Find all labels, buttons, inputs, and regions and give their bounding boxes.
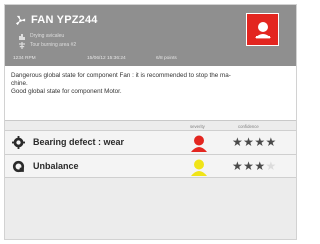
diagnostic-message: Dangerous global state for component Fan… [5, 66, 296, 120]
star-empty-icon: ★ [265, 159, 277, 173]
star-icon: ★ [232, 135, 244, 149]
location-icon [19, 41, 25, 49]
message-line-2: chine. [11, 80, 28, 87]
fan-icon [15, 15, 26, 25]
component-card: FAN YPZ244 Drying avicaleu Tour burning … [4, 4, 297, 240]
severity-indicator [191, 135, 207, 152]
star-icon: ★ [243, 159, 255, 173]
gear-icon [12, 136, 25, 149]
unbalance-icon [12, 160, 25, 173]
rpm-value: 1234 RPM [13, 56, 36, 61]
fault-label: Bearing defect : wear [33, 137, 125, 147]
process-icon [19, 33, 25, 40]
subtitle-row-2: Tour burning area #2 [19, 41, 76, 49]
star-icon: ★ [254, 135, 266, 149]
severity-column-header: severity [190, 124, 205, 129]
confidence-stars: ★★★★ [232, 159, 277, 173]
star-icon: ★ [232, 159, 244, 173]
timestamp: 15/06/12 15:36:24 [87, 56, 126, 61]
star-icon: ★ [265, 135, 277, 149]
confidence-column-header: confidence [238, 124, 259, 129]
fault-label: Unbalance [33, 161, 79, 171]
subtitle-1: Drying avicaleu [30, 33, 65, 39]
alarm-status-button[interactable] [246, 13, 279, 46]
title-row: FAN YPZ244 [15, 13, 98, 27]
stats-row: 1234 RPM 15/06/12 15:36:24 6/8 points [13, 56, 213, 64]
message-line-1: Dangerous global state for component Fan… [11, 72, 231, 79]
table-header: severity confidence [5, 120, 296, 130]
message-line-3: Good global state for component Motor. [11, 88, 122, 95]
star-icon: ★ [243, 135, 255, 149]
component-header: FAN YPZ244 Drying avicaleu Tour burning … [5, 5, 296, 66]
component-title: FAN YPZ244 [31, 14, 98, 26]
confidence-stars: ★★★★ [232, 135, 277, 149]
subtitle-2: Tour burning area #2 [30, 42, 77, 48]
alarm-person-icon [254, 21, 271, 38]
subtitle-row-1: Drying avicaleu [19, 32, 64, 40]
points-count: 6/8 points [156, 56, 177, 61]
table-row[interactable]: Bearing defect : wear ★★★★ [5, 130, 296, 154]
star-icon: ★ [254, 159, 266, 173]
severity-indicator [191, 159, 207, 176]
table-row[interactable]: Unbalance ★★★★ [5, 154, 296, 178]
